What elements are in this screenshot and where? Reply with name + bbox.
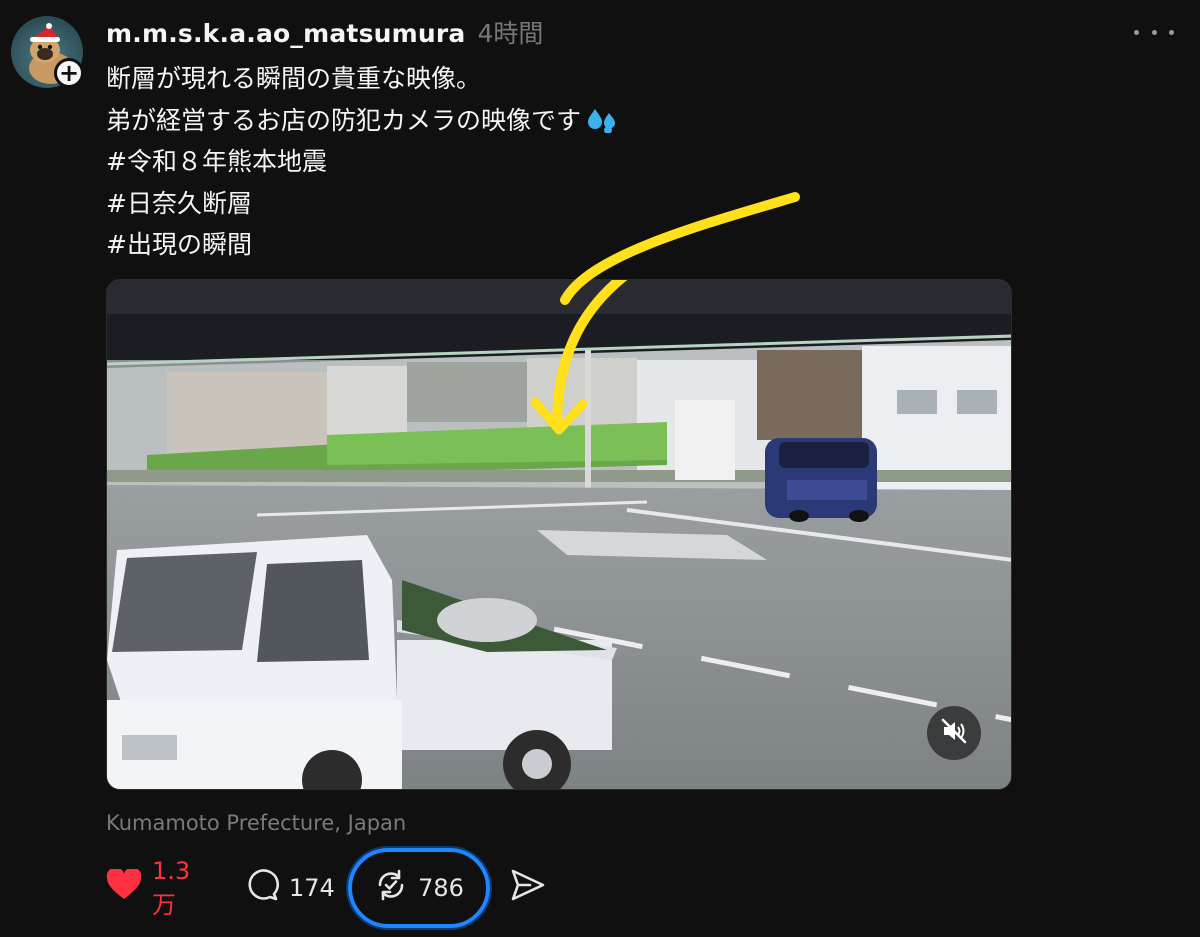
like-count: 1.3万 (152, 856, 191, 919)
sweat-droplets-emoji (587, 104, 617, 146)
repost-count: 786 (418, 874, 464, 902)
send-icon (510, 868, 546, 908)
caption-line: 弟が経営するお店の防犯カメラの映像です (106, 100, 1146, 142)
location-label[interactable]: Kumamoto Prefecture, Japan (106, 811, 406, 835)
muted-speaker-icon (940, 717, 968, 749)
video-player[interactable] (106, 279, 1012, 790)
repost-button[interactable]: 786 (348, 848, 490, 928)
video-frame (107, 280, 1011, 789)
mute-button[interactable] (927, 706, 981, 760)
thread-post: + m.m.s.k.a.ao_matsumura 4時間 断層が現れる瞬間の貴重… (0, 0, 1200, 937)
post-header: m.m.s.k.a.ao_matsumura 4時間 (106, 14, 543, 50)
repost-icon (374, 868, 408, 908)
follow-plus-icon[interactable]: + (54, 58, 84, 88)
hashtag-link[interactable]: #出現の瞬間 (106, 224, 1146, 266)
more-dots-icon[interactable] (1134, 22, 1174, 42)
caption-line: 断層が現れる瞬間の貴重な映像。 (106, 64, 482, 93)
hashtag-link[interactable]: #令和８年熊本地震 (106, 141, 1146, 183)
share-button[interactable] (510, 848, 546, 928)
post-caption: 断層が現れる瞬間の貴重な映像。 弟が経営するお店の防犯カメラの映像です #令和８… (106, 58, 1146, 266)
hashtag-link[interactable]: #日奈久断層 (106, 183, 1146, 225)
comment-button[interactable]: 174 (245, 848, 335, 928)
username[interactable]: m.m.s.k.a.ao_matsumura (106, 19, 466, 48)
comment-bubble-icon (245, 868, 279, 908)
timestamp[interactable]: 4時間 (478, 14, 544, 50)
like-button[interactable]: 1.3万 (106, 848, 190, 928)
comment-count: 174 (289, 874, 335, 902)
heart-icon (106, 867, 142, 907)
